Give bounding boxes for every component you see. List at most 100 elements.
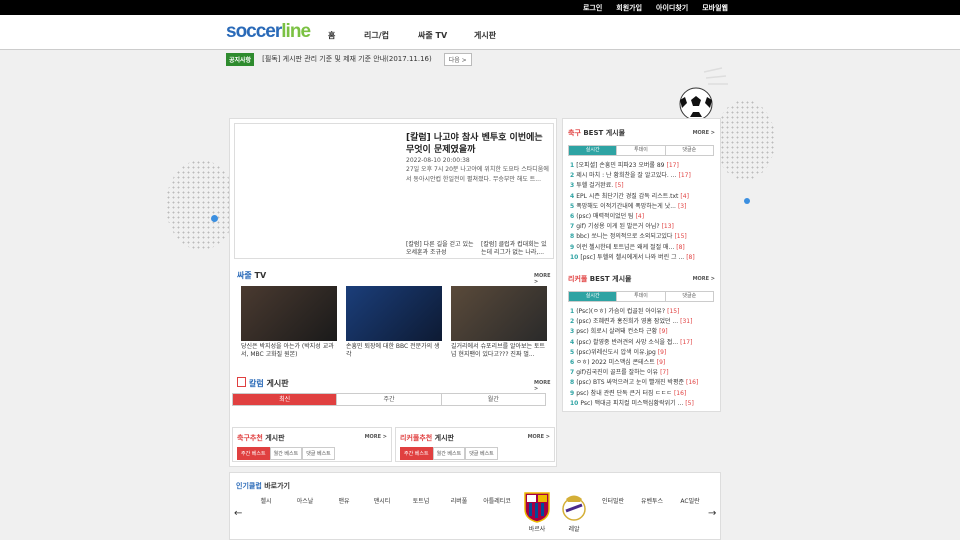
post-title[interactable]: (psc) 조혜련과 홍진희가 영흠 잠었던 ... bbox=[576, 318, 678, 325]
post-title[interactable]: psc) 참내 관련 단독 큰거 터짐 ㄷㄷㄷ bbox=[576, 390, 672, 397]
post-title[interactable]: [오피셜] 손흥민 피파23 오버롤 89 bbox=[576, 162, 664, 169]
video-thumbnail[interactable] bbox=[346, 286, 442, 341]
featured-sub-link-1[interactable]: [칼럼] 다른 길을 걷고 있는 오세훈과 조규성 bbox=[406, 241, 476, 257]
club-juventus[interactable]: 유벤투스 bbox=[632, 496, 672, 505]
post-title[interactable]: Psc) 맥대금 피치컬 미스맥심황락위기 ... bbox=[580, 400, 683, 407]
list-item[interactable]: 7 gif) 기성용 이게 된 발은거 아님? [13] bbox=[570, 222, 715, 232]
list-item[interactable]: 6 (psc) 매력적이었던 팀 [4] bbox=[570, 212, 715, 222]
soccer-recommend-more[interactable]: MORE > bbox=[365, 434, 387, 440]
soccer-best-more[interactable]: MORE > bbox=[693, 130, 715, 136]
video-thumbnail[interactable] bbox=[241, 286, 337, 341]
column-more-link[interactable]: MORE > bbox=[534, 380, 556, 392]
post-title[interactable]: (psc) BTS 싸먹으려고 눈이 빨개진 박평준 bbox=[576, 379, 684, 386]
league-best-more[interactable]: MORE > bbox=[693, 276, 715, 282]
post-title[interactable]: bbc) 쏘니는 정의적으로 소외되고있다 bbox=[576, 233, 672, 240]
tab-comment-best[interactable]: 댓글 베스트 bbox=[302, 447, 335, 460]
club-ac-milan[interactable]: AC밀란 bbox=[670, 496, 710, 505]
nav-tv[interactable]: 싸줄 TV bbox=[418, 30, 474, 41]
featured-image[interactable] bbox=[235, 124, 401, 258]
list-item[interactable]: 2 제시 마치 : 난 황희찬을 잘 알고있다. ... [17] bbox=[570, 171, 715, 181]
post-title[interactable]: EPL 시즌 최단기간 경질 감독 리스트.txt bbox=[576, 193, 678, 200]
tab-comments[interactable]: 댓글순 bbox=[666, 146, 713, 155]
club-man-utd[interactable]: 맨유 bbox=[324, 496, 364, 505]
list-item[interactable]: 9 psc) 참내 관련 단독 큰거 터짐 ㄷㄷㄷ [16] bbox=[570, 389, 715, 399]
tab-weekly-best[interactable]: 주간 베스트 bbox=[237, 447, 270, 460]
nav-board[interactable]: 게시판 bbox=[474, 30, 514, 41]
notice-next-button[interactable]: 다음 > bbox=[443, 52, 472, 66]
clubs-prev-arrow[interactable]: ← bbox=[234, 508, 242, 519]
video-caption[interactable]: 당신은 박지성을 아는가 (박지성 교과서, MBC 고화질 원본) bbox=[241, 343, 337, 359]
list-item[interactable]: 1 (Psc)(ㅇㅎ) 가슴이 컵골된 아이유? [15] bbox=[570, 307, 715, 317]
site-logo[interactable]: soccerline bbox=[226, 21, 311, 43]
list-item[interactable]: 9 이런 첼시한테 토트넘은 왜케 절절 매... [8] bbox=[570, 243, 715, 253]
tab-comments[interactable]: 댓글순 bbox=[666, 292, 713, 301]
post-title[interactable]: 투헬 걸거완료. bbox=[576, 182, 613, 189]
list-item[interactable]: 1 [오피셜] 손흥민 피파23 오버롤 89 [17] bbox=[570, 161, 715, 171]
list-item[interactable]: 4 EPL 시즌 최단기간 경질 감독 리스트.txt [4] bbox=[570, 192, 715, 202]
video-thumbnail[interactable] bbox=[451, 286, 547, 341]
video-card[interactable]: 길거리에서 슈포리브를 알아보는 토트넘 현지팬이 있다고??? 진짜 멀... bbox=[451, 286, 547, 359]
tab-latest[interactable]: 최신 bbox=[233, 394, 338, 405]
tab-today[interactable]: 투데이 bbox=[617, 146, 666, 155]
list-item[interactable]: 10 Psc) 맥대금 피치컬 미스맥심황락위기 ... [5] bbox=[570, 399, 715, 409]
clubs-next-arrow[interactable]: → bbox=[708, 508, 716, 519]
list-item[interactable]: 10 [psc] 투헬의 첼시에게서 나와 버린 그 ... [8] bbox=[570, 253, 715, 263]
list-item[interactable]: 2 (psc) 조혜련과 홍진희가 영흠 잠었던 ... [31] bbox=[570, 317, 715, 327]
post-title[interactable]: (psc) 매력적이었던 팀 bbox=[576, 213, 633, 220]
post-title[interactable]: (psc) 촬영중 반려견의 사망 소식을 접... bbox=[576, 339, 678, 346]
tab-realtime[interactable]: 실시간 bbox=[569, 146, 618, 155]
video-caption[interactable]: 길거리에서 슈포리브를 알아보는 토트넘 현지팬이 있다고??? 진짜 멀... bbox=[451, 343, 547, 359]
list-item[interactable]: 7 gif)김국진이 골프를 잘하는 이유 [7] bbox=[570, 368, 715, 378]
league-recommend-more[interactable]: MORE > bbox=[528, 434, 550, 440]
club-tottenham[interactable]: 토트넘 bbox=[401, 496, 441, 505]
video-card[interactable]: 당신은 박지성을 아는가 (박지성 교과서, MBC 고화질 원본) bbox=[241, 286, 337, 359]
featured-sub-link-2[interactable]: [칼럼] 클럽과 컵대회는 있는데 리그가 없는 나라,... bbox=[481, 241, 551, 257]
post-title[interactable]: ㅇㅎ) 2022 미스맥심 콘테스트 bbox=[576, 359, 655, 366]
club-arsenal[interactable]: 아스날 bbox=[285, 496, 325, 505]
post-title[interactable]: 폭망해도 이적기간내에 폭망하는게 낫... bbox=[576, 203, 676, 210]
tab-realtime[interactable]: 실시간 bbox=[569, 292, 618, 301]
notice-text[interactable]: [필독] 게시판 관리 기준 및 제재 기준 안내(2017.11.16) bbox=[262, 54, 432, 64]
tab-weekly[interactable]: 주간 bbox=[337, 394, 442, 405]
post-title[interactable]: 이런 첼시한테 토트넘은 왜케 절절 매... bbox=[576, 244, 674, 251]
club-inter-milan[interactable]: 인터밀란 bbox=[593, 496, 633, 505]
video-card[interactable]: 손흥민 퇴장에 대한 BBC 전문가의 생각 bbox=[346, 286, 442, 359]
post-title[interactable]: (psc)위레신도시 압색 이유.jpg bbox=[576, 349, 656, 356]
tv-more-link[interactable]: MORE > bbox=[534, 273, 556, 285]
nav-league-cup[interactable]: 리그/컵 bbox=[364, 30, 418, 41]
tab-monthly-best[interactable]: 월간 베스트 bbox=[432, 447, 466, 460]
tab-monthly[interactable]: 월간 bbox=[441, 394, 545, 405]
signup-link[interactable]: 회원가입 bbox=[616, 3, 642, 13]
list-item[interactable]: 8 bbc) 쏘니는 정의적으로 소외되고있다 [15] bbox=[570, 232, 715, 242]
post-title[interactable]: gif)김국진이 골프를 잘하는 이유 bbox=[576, 369, 658, 376]
tab-monthly-best[interactable]: 월간 베스트 bbox=[269, 447, 303, 460]
list-item[interactable]: 6 ㅇㅎ) 2022 미스맥심 콘테스트 [9] bbox=[570, 358, 715, 368]
list-item[interactable]: 8 (psc) BTS 싸먹으려고 눈이 빨개진 박평준 [16] bbox=[570, 378, 715, 388]
find-id-link[interactable]: 아이디찾기 bbox=[656, 3, 688, 13]
club-barcelona[interactable]: 바르사 bbox=[517, 524, 557, 533]
featured-title[interactable]: [칼럼] 나고야 참사 벤투호 이번에는 무엇이 문제였을까 bbox=[406, 132, 552, 156]
video-caption[interactable]: 손흥민 퇴장에 대한 BBC 전문가의 생각 bbox=[346, 343, 442, 359]
list-item[interactable]: 4 (psc) 촬영중 반려견의 사망 소식을 접... [17] bbox=[570, 338, 715, 348]
tab-weekly-best[interactable]: 주간 베스트 bbox=[400, 447, 433, 460]
list-item[interactable]: 5 폭망해도 이적기간내에 폭망하는게 낫... [3] bbox=[570, 202, 715, 212]
nav-home[interactable]: 홈 bbox=[328, 30, 364, 41]
list-item[interactable]: 3 psc) 희로시 살려돼 컨소타 근황 [9] bbox=[570, 327, 715, 337]
club-liverpool[interactable]: 리버풀 bbox=[439, 496, 479, 505]
post-title[interactable]: psc) 희로시 살려돼 컨소타 근황 bbox=[576, 328, 657, 335]
post-title[interactable]: [psc] 투헬의 첼시에게서 나와 버린 그 ... bbox=[580, 254, 684, 261]
club-man-city[interactable]: 맨시티 bbox=[362, 496, 402, 505]
post-title[interactable]: (Psc)(ㅇㅎ) 가슴이 컵골된 아이유? bbox=[576, 308, 665, 315]
login-link[interactable]: 로그인 bbox=[583, 3, 602, 13]
tab-today[interactable]: 투데이 bbox=[617, 292, 666, 301]
post-title[interactable]: 제시 마치 : 난 황희찬을 잘 알고있다. ... bbox=[576, 172, 676, 179]
club-chelsea[interactable]: 첼시 bbox=[246, 496, 286, 505]
barcelona-crest-icon[interactable] bbox=[523, 491, 551, 523]
tab-comment-best[interactable]: 댓글 베스트 bbox=[465, 447, 498, 460]
list-item[interactable]: 5 (psc)위레신도시 압색 이유.jpg [9] bbox=[570, 348, 715, 358]
real-madrid-crest-icon[interactable] bbox=[560, 491, 588, 523]
club-atletico[interactable]: 아틀레티코 bbox=[477, 496, 517, 505]
featured-description[interactable]: 27일 오후 7시 20분 나고야에 위치한 도요타 스타디움에서 동아시안컵 … bbox=[406, 165, 552, 185]
list-item[interactable]: 3 투헬 걸거완료. [5] bbox=[570, 181, 715, 191]
club-real-madrid[interactable]: 레알 bbox=[554, 524, 594, 533]
